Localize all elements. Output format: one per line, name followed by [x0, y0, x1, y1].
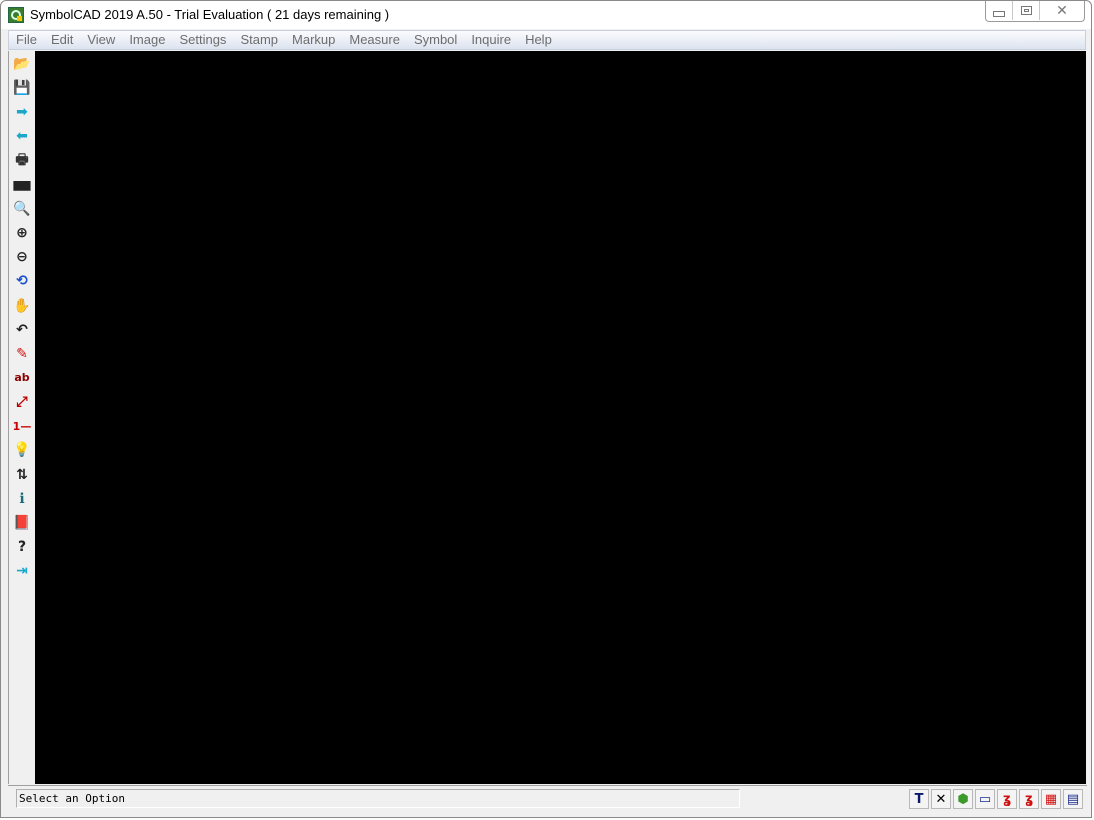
layer-icon: ⬢	[957, 791, 969, 807]
zoom-out-icon: ⊖	[16, 249, 28, 266]
left-toolbar: 📂 💾 ➡ ⬅ 🖶 ▆▆ 🔍 ⊕ ⊖ ⟲ ✋ ↶ ✎ ab ⤢ 1— 💡 ⇅ ℹ 📕? ⇥	[8, 51, 35, 784]
text-tool-icon: T	[914, 791, 924, 807]
status-message: Select an Option	[16, 789, 740, 808]
zoom-previous-icon: ⟲	[16, 273, 28, 290]
magnifier-button[interactable]: 🔍	[11, 198, 33, 220]
symbol-icon: ʓ	[1002, 791, 1012, 807]
help-button[interactable]: ?	[11, 536, 33, 558]
symbol-lock-button[interactable]: ʓ	[1019, 789, 1039, 809]
menu-file[interactable]: File	[9, 31, 44, 49]
dimension-button[interactable]: ⤢	[11, 391, 33, 413]
maximize-icon	[1020, 6, 1032, 15]
symbol-button[interactable]: ʓ	[997, 789, 1017, 809]
adjust-icon: ⇅	[16, 466, 28, 483]
delete-button[interactable]: ✕	[931, 789, 951, 809]
status-toolbar: T ✕ ⬢ ▭ ʓ ʓ ▦ ▤	[909, 789, 1083, 809]
adjust-button[interactable]: ⇅	[11, 464, 33, 486]
zoom-in-button[interactable]: ⊕	[11, 222, 33, 244]
window-controls: ✕	[985, 1, 1085, 22]
pan-hand-icon: ✋	[13, 297, 31, 314]
window-button[interactable]: ▭	[975, 789, 995, 809]
window-title: SymbolCAD 2019 A.50 - Trial Evaluation (…	[30, 7, 390, 22]
pencil-icon: ✎	[16, 345, 28, 362]
save-icon: 💾	[13, 80, 31, 97]
minimize-icon	[993, 10, 1005, 17]
menu-edit[interactable]: Edit	[44, 31, 80, 49]
magnifier-icon: 🔍	[13, 200, 31, 217]
forward-arrow-button[interactable]: ➡	[11, 101, 33, 123]
exit-door-icon: ⇥	[16, 563, 28, 580]
close-icon: ✕	[1056, 2, 1068, 19]
undo-arrow-icon: ↶	[16, 321, 28, 338]
numbered-list-button[interactable]: 1—	[11, 415, 33, 437]
app-icon	[8, 7, 24, 23]
color-palette-button[interactable]: ▦	[1041, 789, 1061, 809]
menu-image[interactable]: Image	[122, 31, 172, 49]
menu-help[interactable]: Help	[518, 31, 559, 49]
display-icon: ▤	[1066, 791, 1080, 807]
lightbulb-icon: 💡	[13, 442, 31, 459]
info-button[interactable]: ℹ	[11, 488, 33, 510]
help-icon: ?	[17, 539, 27, 555]
save-button[interactable]: 💾	[11, 77, 33, 99]
menu-settings[interactable]: Settings	[172, 31, 233, 49]
pencil-button[interactable]: ✎	[11, 343, 33, 365]
pan-hand-button[interactable]: ✋	[11, 295, 33, 317]
close-button[interactable]: ✕	[1040, 1, 1084, 20]
book-icon: 📕	[13, 514, 31, 531]
binoculars-button[interactable]: ▆▆	[11, 174, 33, 196]
print-button[interactable]: 🖶	[11, 150, 33, 172]
symbol-lock-icon: ʓ	[1024, 791, 1034, 807]
lightbulb-button[interactable]: 💡	[11, 439, 33, 461]
text-ab-icon: ab	[14, 371, 30, 385]
back-arrow-icon: ⬅	[16, 128, 28, 145]
open-folder-button[interactable]: 📂	[11, 53, 33, 75]
minimize-button[interactable]	[986, 1, 1013, 20]
zoom-in-icon: ⊕	[16, 225, 28, 242]
undo-arrow-button[interactable]: ↶	[11, 319, 33, 341]
display-button[interactable]: ▤	[1063, 789, 1083, 809]
zoom-out-button[interactable]: ⊖	[11, 246, 33, 268]
text-tool-button[interactable]: T	[909, 789, 929, 809]
text-ab-button[interactable]: ab	[11, 367, 33, 389]
forward-arrow-icon: ➡	[16, 104, 28, 121]
print-icon: 🖶	[15, 151, 29, 168]
drawing-canvas[interactable]	[35, 51, 1086, 784]
menu-view[interactable]: View	[80, 31, 122, 49]
book-button[interactable]: 📕	[11, 512, 33, 534]
title-bar: SymbolCAD 2019 A.50 - Trial Evaluation (…	[1, 1, 1091, 29]
menu-markup[interactable]: Markup	[285, 31, 342, 49]
open-folder-icon: 📂	[13, 56, 31, 72]
menu-stamp[interactable]: Stamp	[233, 31, 285, 49]
binoculars-icon: ▆▆	[13, 178, 31, 192]
delete-icon: ✕	[935, 791, 947, 807]
menu-bar: File Edit View Image Settings Stamp Markup Meas…	[8, 30, 1086, 50]
info-icon: ℹ	[19, 490, 25, 507]
dimension-icon: ⤢	[16, 394, 28, 411]
back-arrow-button[interactable]: ⬅	[11, 125, 33, 147]
status-bar: Select an Option T ✕ ⬢ ▭ ʓ ʓ ▦ ▤	[8, 785, 1087, 814]
menu-measure[interactable]: Measure	[342, 31, 407, 49]
numbered-list-icon: 1—	[12, 419, 32, 433]
app-window: SymbolCAD 2019 A.50 - Trial Evaluation (…	[0, 0, 1092, 818]
maximize-button[interactable]	[1013, 1, 1040, 20]
layer-button[interactable]: ⬢	[953, 789, 973, 809]
color-palette-icon: ▦	[1044, 791, 1058, 807]
menu-inquire[interactable]: Inquire	[464, 31, 518, 49]
exit-door-button[interactable]: ⇥	[11, 560, 33, 582]
window-icon: ▭	[978, 791, 992, 807]
zoom-previous-button[interactable]: ⟲	[11, 270, 33, 292]
menu-symbol[interactable]: Symbol	[407, 31, 464, 49]
